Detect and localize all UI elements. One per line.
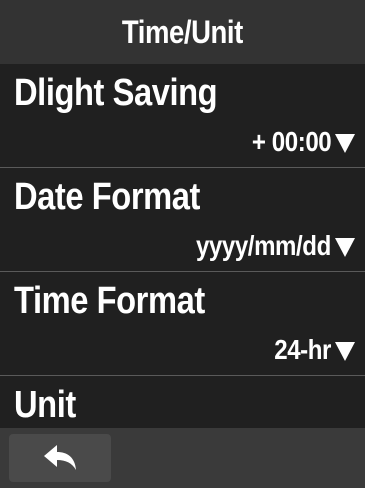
- bottom-bar: [0, 428, 365, 488]
- setting-unit[interactable]: Unit: [0, 376, 365, 432]
- daylight-saving-value: + 00:00: [251, 126, 332, 157]
- date-format-value: yyyy/mm/dd: [196, 230, 331, 261]
- time-unit-screen: Time/Unit Dlight Saving + 00:00 Date For…: [0, 0, 365, 488]
- setting-label-daylight-saving: Dlight Saving: [14, 72, 218, 114]
- title-bar: Time/Unit: [0, 0, 365, 64]
- setting-time-format[interactable]: Time Format 24-hr: [0, 272, 365, 376]
- time-format-value: 24-hr: [274, 334, 331, 365]
- time-format-dropdown[interactable]: 24-hr: [265, 334, 355, 366]
- setting-daylight-saving[interactable]: Dlight Saving + 00:00: [0, 64, 365, 168]
- caret-down-icon: [335, 237, 355, 257]
- back-button[interactable]: [9, 434, 111, 482]
- back-arrow-icon: [44, 445, 76, 470]
- caret-down-icon: [335, 133, 355, 153]
- setting-label-time-format: Time Format: [14, 280, 205, 322]
- setting-label-unit: Unit: [14, 384, 76, 426]
- caret-down-icon: [335, 341, 355, 361]
- setting-label-date-format: Date Format: [14, 176, 200, 218]
- setting-date-format[interactable]: Date Format yyyy/mm/dd: [0, 168, 365, 272]
- page-title: Time/Unit: [121, 13, 243, 50]
- daylight-saving-dropdown[interactable]: + 00:00: [239, 126, 355, 158]
- date-format-dropdown[interactable]: yyyy/mm/dd: [174, 230, 355, 262]
